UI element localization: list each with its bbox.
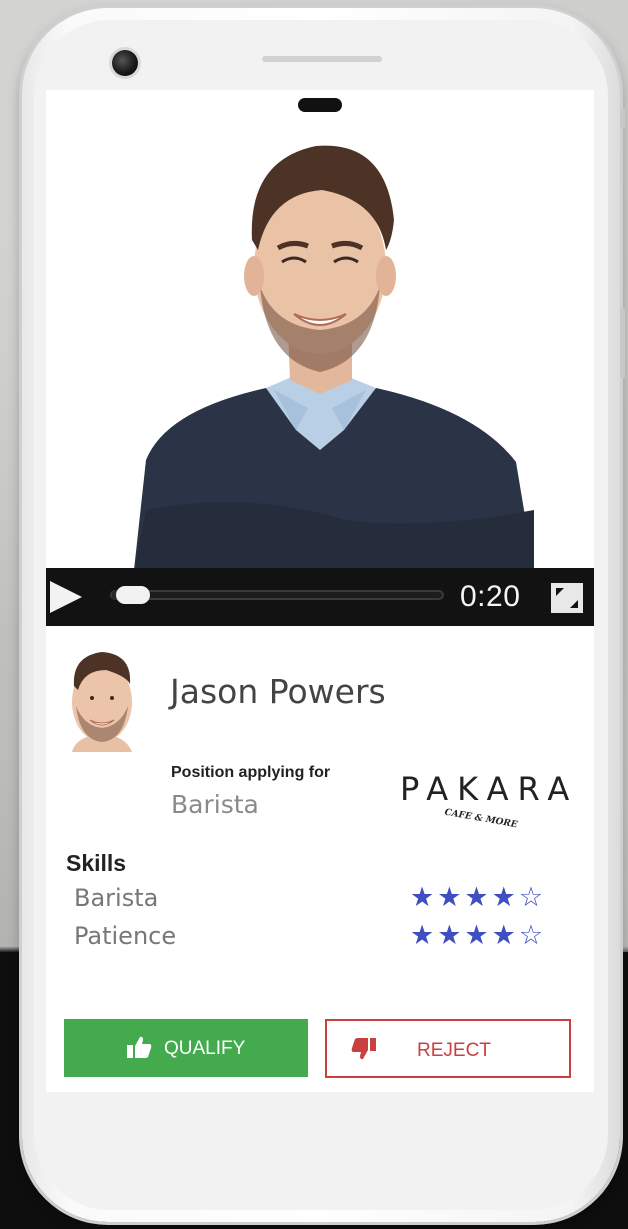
- screen-notch: [298, 98, 342, 112]
- side-button: [620, 308, 625, 378]
- seek-handle[interactable]: [116, 586, 150, 604]
- video-player[interactable]: 0:20: [46, 90, 594, 626]
- candidate-avatar: [72, 652, 132, 752]
- empty-star: ☆: [518, 882, 547, 912]
- side-button: [620, 108, 625, 128]
- video-controls: 0:20: [46, 568, 594, 626]
- skill-rating: ★★★★☆: [410, 920, 546, 951]
- company-logo-tagline: CAFE & MORE: [443, 807, 519, 831]
- seek-bar[interactable]: [110, 590, 444, 600]
- filled-stars: ★★★★: [410, 920, 519, 950]
- position-label: Position applying for: [171, 764, 331, 781]
- skill-name: Patience: [74, 922, 177, 950]
- reject-button[interactable]: REJECT: [325, 1019, 571, 1078]
- thumbs-down-icon: [351, 1038, 376, 1060]
- fullscreen-icon[interactable]: [550, 582, 584, 614]
- play-icon[interactable]: [48, 580, 84, 614]
- front-camera: [112, 50, 138, 76]
- video-time: 0:20: [460, 580, 521, 613]
- empty-star: ☆: [518, 920, 547, 950]
- earpiece-speaker: [262, 56, 382, 62]
- skill-rating: ★★★★☆: [410, 882, 546, 913]
- qualify-label: QUALIFY: [164, 1038, 246, 1059]
- company-logo-name: PAKARA: [400, 770, 579, 808]
- candidate-name: Jason Powers: [170, 672, 386, 711]
- filled-stars: ★★★★: [410, 882, 519, 912]
- skill-name: Barista: [74, 884, 159, 912]
- candidate-card: Jason Powers Position applying for Baris…: [46, 626, 594, 1092]
- company-logo: PAKARA CAFE & MORE: [400, 770, 579, 846]
- position-value: Barista: [171, 790, 259, 819]
- reject-label: REJECT: [417, 1040, 491, 1061]
- candidate-video-frame: [134, 145, 534, 570]
- qualify-button[interactable]: QUALIFY: [64, 1019, 308, 1077]
- thumbs-up-icon: [127, 1036, 152, 1058]
- skills-title: Skills: [66, 850, 127, 876]
